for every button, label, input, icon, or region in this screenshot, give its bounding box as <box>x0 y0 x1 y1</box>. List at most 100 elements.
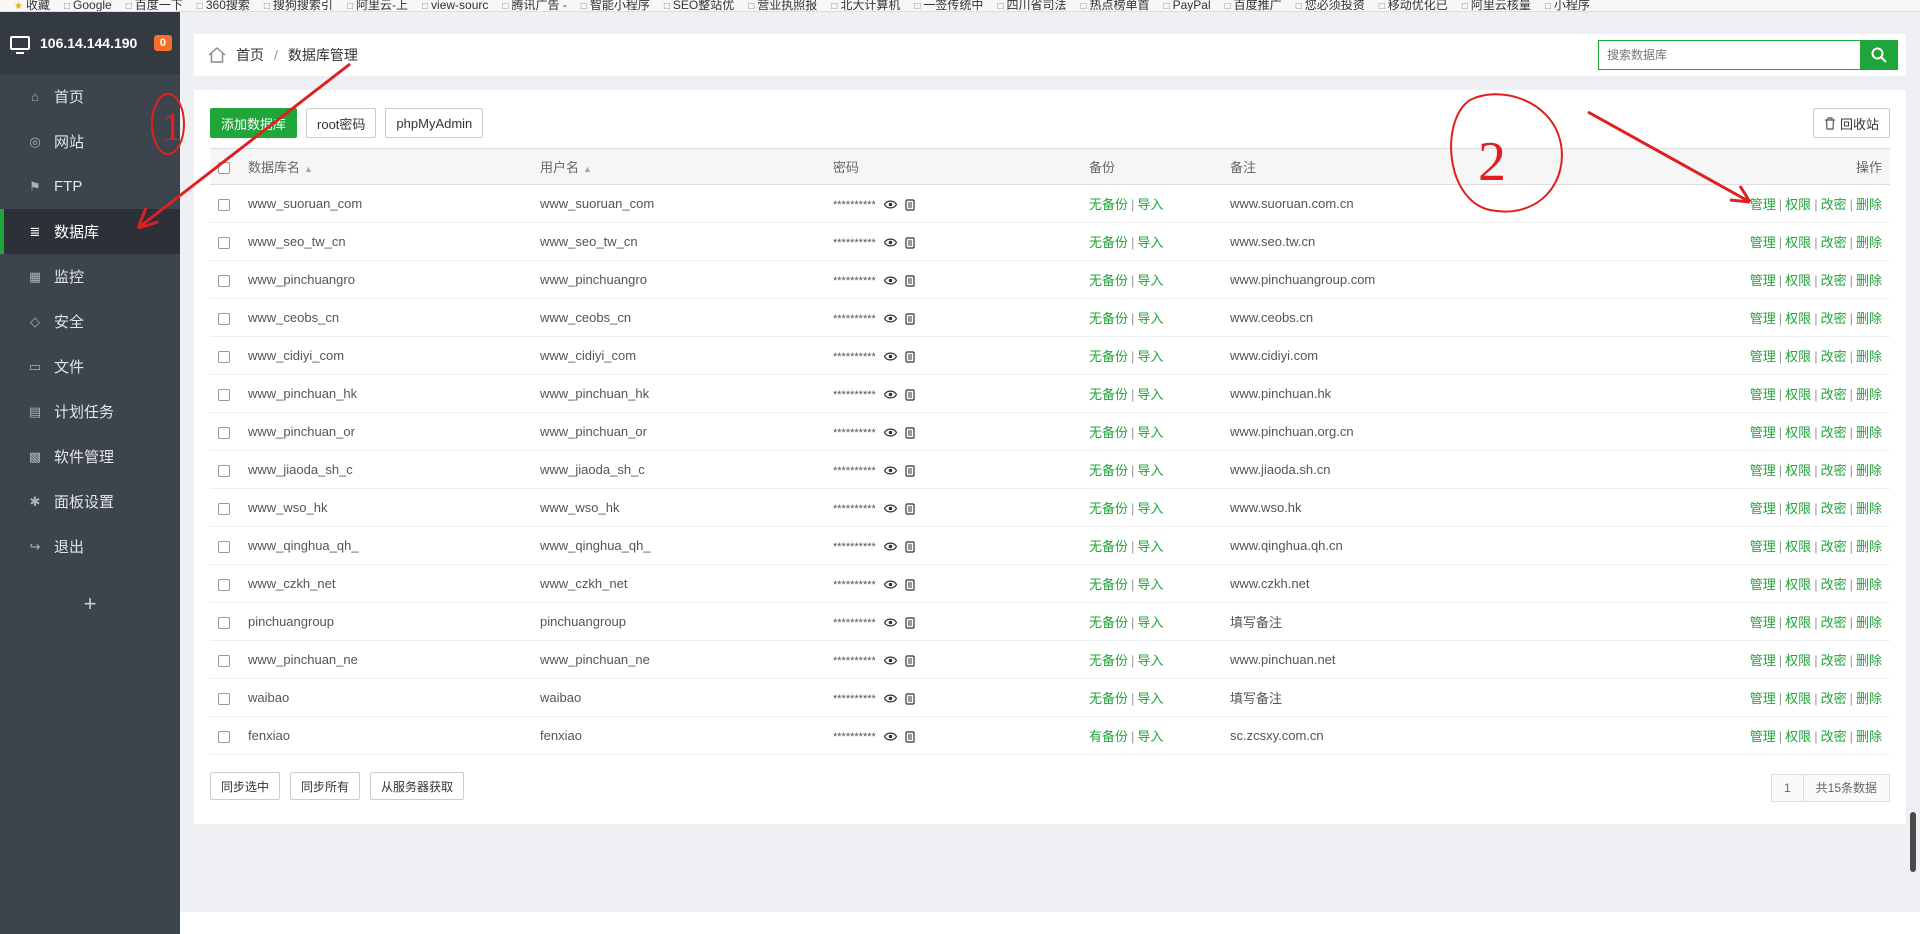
op-change-password-link[interactable]: 改密 <box>1821 311 1847 326</box>
op-change-password-link[interactable]: 改密 <box>1821 349 1847 364</box>
bookmark-item[interactable]: 智能小程序 <box>581 0 650 11</box>
import-link[interactable]: 导入 <box>1137 311 1163 326</box>
op-change-password-link[interactable]: 改密 <box>1821 691 1847 706</box>
op-manage-link[interactable]: 管理 <box>1750 539 1776 554</box>
backup-link[interactable]: 无备份 <box>1089 577 1128 592</box>
db-note[interactable]: 填写备注 <box>1222 602 1602 641</box>
db-note[interactable]: www.pinchuan.hk <box>1222 374 1602 413</box>
bookmark-item[interactable]: 百度推广 <box>1225 0 1282 11</box>
import-link[interactable]: 导入 <box>1137 463 1163 478</box>
op-permission-link[interactable]: 权限 <box>1785 615 1811 630</box>
eye-icon[interactable] <box>883 352 897 361</box>
op-permission-link[interactable]: 权限 <box>1785 311 1811 326</box>
row-checkbox[interactable] <box>218 198 230 211</box>
bookmark-item[interactable]: 北大计算机 <box>831 0 900 11</box>
op-permission-link[interactable]: 权限 <box>1785 577 1811 592</box>
import-link[interactable]: 导入 <box>1137 425 1163 440</box>
op-manage-link[interactable]: 管理 <box>1750 349 1776 364</box>
import-link[interactable]: 导入 <box>1137 691 1163 706</box>
bookmark-item[interactable]: 百度一下 <box>126 0 183 11</box>
eye-icon[interactable] <box>883 314 897 323</box>
eye-icon[interactable] <box>883 238 897 247</box>
op-permission-link[interactable]: 权限 <box>1785 501 1811 516</box>
import-link[interactable]: 导入 <box>1137 235 1163 250</box>
op-manage-link[interactable]: 管理 <box>1750 235 1776 250</box>
copy-icon[interactable] <box>905 274 915 287</box>
import-link[interactable]: 导入 <box>1137 653 1163 668</box>
sidebar-item-home[interactable]: ⌂ 首页 <box>0 74 180 119</box>
import-link[interactable]: 导入 <box>1137 387 1163 402</box>
db-note[interactable]: www.qinghua.qh.cn <box>1222 526 1602 565</box>
op-permission-link[interactable]: 权限 <box>1785 425 1811 440</box>
op-permission-link[interactable]: 权限 <box>1785 235 1811 250</box>
phpmyadmin-button[interactable]: phpMyAdmin <box>385 108 484 138</box>
import-link[interactable]: 导入 <box>1137 539 1163 554</box>
import-link[interactable]: 导入 <box>1137 615 1163 630</box>
sidebar-item-apps[interactable]: ▩ 软件管理 <box>0 434 180 479</box>
bookmark-item[interactable]: 腾讯广告 - <box>502 0 566 11</box>
op-delete-link[interactable]: 删除 <box>1856 501 1882 516</box>
backup-link[interactable]: 无备份 <box>1089 615 1128 630</box>
db-note[interactable]: www.pinchuan.net <box>1222 640 1602 679</box>
op-delete-link[interactable]: 删除 <box>1856 729 1882 744</box>
op-change-password-link[interactable]: 改密 <box>1821 387 1847 402</box>
op-change-password-link[interactable]: 改密 <box>1821 577 1847 592</box>
eye-icon[interactable] <box>883 732 897 741</box>
op-permission-link[interactable]: 权限 <box>1785 539 1811 554</box>
backup-link[interactable]: 无备份 <box>1089 197 1128 212</box>
select-all-checkbox[interactable] <box>218 161 230 174</box>
message-badge[interactable]: 0 <box>153 34 172 51</box>
eye-icon[interactable] <box>883 618 897 627</box>
column-user[interactable]: 用户名 ▲ <box>532 148 825 185</box>
op-manage-link[interactable]: 管理 <box>1750 691 1776 706</box>
op-manage-link[interactable]: 管理 <box>1750 463 1776 478</box>
row-checkbox[interactable] <box>218 350 230 363</box>
sidebar-item-globe[interactable]: ◎ 网站 <box>0 119 180 164</box>
db-note[interactable]: 填写备注 <box>1222 678 1602 717</box>
op-permission-link[interactable]: 权限 <box>1785 273 1811 288</box>
backup-link[interactable]: 无备份 <box>1089 691 1128 706</box>
copy-icon[interactable] <box>905 388 915 401</box>
op-manage-link[interactable]: 管理 <box>1750 653 1776 668</box>
op-delete-link[interactable]: 删除 <box>1856 235 1882 250</box>
sidebar-item-ftp[interactable]: ⚑ FTP <box>0 164 180 209</box>
import-link[interactable]: 导入 <box>1137 501 1163 516</box>
op-delete-link[interactable]: 删除 <box>1856 273 1882 288</box>
sort-icon[interactable]: ▲ <box>583 164 592 174</box>
row-checkbox[interactable] <box>218 654 230 667</box>
op-permission-link[interactable]: 权限 <box>1785 349 1811 364</box>
sidebar-item-shield[interactable]: ◇ 安全 <box>0 299 180 344</box>
copy-icon[interactable] <box>905 616 915 629</box>
op-permission-link[interactable]: 权限 <box>1785 463 1811 478</box>
import-link[interactable]: 导入 <box>1137 197 1163 212</box>
bookmark-item[interactable]: 阿里云核量 <box>1462 0 1531 11</box>
eye-icon[interactable] <box>883 580 897 589</box>
bookmark-item[interactable]: 360搜索 <box>197 0 250 11</box>
db-note[interactable]: www.czkh.net <box>1222 564 1602 603</box>
op-change-password-link[interactable]: 改密 <box>1821 653 1847 668</box>
eye-icon[interactable] <box>883 466 897 475</box>
db-note[interactable]: www.jiaoda.sh.cn <box>1222 450 1602 489</box>
sidebar-item-database[interactable]: ≣ 数据库 <box>0 209 180 254</box>
db-note[interactable]: www.ceobs.cn <box>1222 298 1602 337</box>
eye-icon[interactable] <box>883 390 897 399</box>
import-link[interactable]: 导入 <box>1137 577 1163 592</box>
bookmark-item[interactable]: 营业执照报 <box>748 0 817 11</box>
bookmark-item[interactable]: 搜狗搜索引 <box>264 0 333 11</box>
search-button[interactable] <box>1860 40 1898 70</box>
op-permission-link[interactable]: 权限 <box>1785 729 1811 744</box>
copy-icon[interactable] <box>905 426 915 439</box>
op-manage-link[interactable]: 管理 <box>1750 197 1776 212</box>
row-checkbox[interactable] <box>218 236 230 249</box>
db-note[interactable]: www.pinchuan.org.cn <box>1222 412 1602 451</box>
op-manage-link[interactable]: 管理 <box>1750 273 1776 288</box>
sidebar-item-calendar[interactable]: ▤ 计划任务 <box>0 389 180 434</box>
db-note[interactable]: www.seo.tw.cn <box>1222 222 1602 261</box>
op-permission-link[interactable]: 权限 <box>1785 691 1811 706</box>
backup-link[interactable]: 无备份 <box>1089 463 1128 478</box>
op-delete-link[interactable]: 删除 <box>1856 691 1882 706</box>
copy-icon[interactable] <box>905 692 915 705</box>
eye-icon[interactable] <box>883 276 897 285</box>
op-delete-link[interactable]: 删除 <box>1856 539 1882 554</box>
column-name[interactable]: 数据库名 ▲ <box>240 148 532 185</box>
